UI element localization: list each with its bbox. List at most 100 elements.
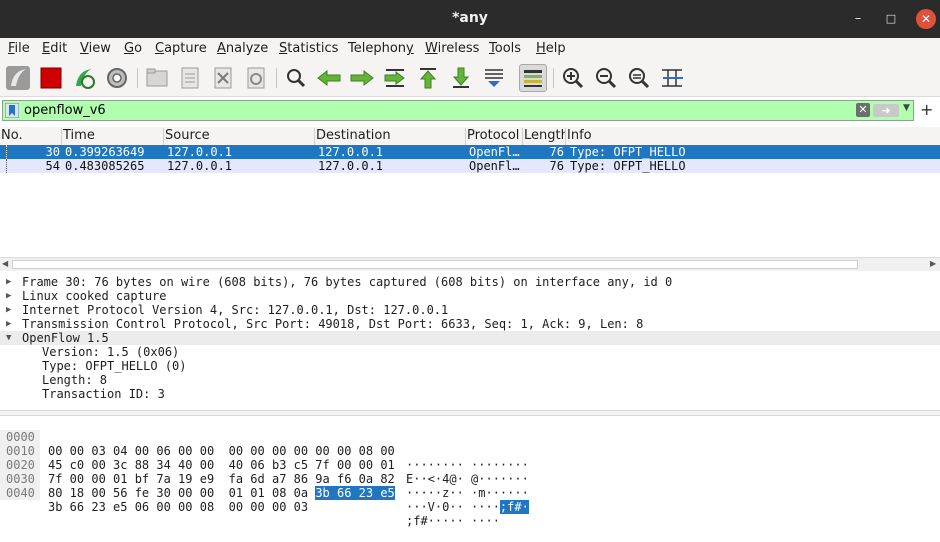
- scrollbar-thumb[interactable]: [12, 260, 858, 269]
- collapse-arrow-icon[interactable]: ▼: [6, 331, 11, 345]
- detail-field[interactable]: Transaction ID: 3: [0, 387, 940, 401]
- bytes-ascii-group[interactable]: ···V·0·· ····;f#·: [406, 500, 529, 514]
- expand-arrow-icon[interactable]: ▶: [6, 317, 11, 331]
- go-back-icon[interactable]: [315, 64, 343, 92]
- display-filter-input[interactable]: openflow_v6 ✕ ➜ ▼: [2, 100, 914, 121]
- packet-destination: 127.0.0.1: [318, 145, 384, 159]
- packet-protocol: OpenFl…: [469, 159, 520, 173]
- column-no[interactable]: No.: [0, 128, 62, 145]
- bytes-hex[interactable]: 3b 66 23 e5 06 00 00 08 00 00 00 03: [48, 500, 308, 514]
- chevron-down-icon[interactable]: ▼: [903, 103, 910, 113]
- packet-no: 54: [45, 159, 60, 173]
- detail-field[interactable]: Length: 8: [0, 373, 940, 387]
- detail-item-linux-cooked[interactable]: ▶ Linux cooked capture: [0, 289, 940, 303]
- bytes-ascii[interactable]: ·····z·· ·m······: [406, 486, 529, 500]
- column-protocol[interactable]: Protocol: [466, 128, 523, 145]
- column-destination[interactable]: Destination: [315, 128, 466, 145]
- column-info[interactable]: Info: [566, 128, 940, 145]
- toolbar-separator: [553, 68, 554, 88]
- display-filter-bar: openflow_v6 ✕ ➜ ▼ +: [0, 100, 940, 122]
- menu-file[interactable]: File: [8, 41, 30, 56]
- menu-tools[interactable]: Tools: [489, 41, 521, 56]
- auto-scroll-icon[interactable]: [480, 64, 508, 92]
- packet-row[interactable]: 30 0.399263649 127.0.0.1 127.0.0.1 OpenF…: [0, 145, 940, 159]
- scroll-left-icon[interactable]: ◀: [2, 259, 8, 268]
- go-forward-icon[interactable]: [348, 64, 376, 92]
- menu-help[interactable]: Help: [536, 41, 566, 56]
- packet-info: Type: OFPT_HELLO: [570, 145, 686, 159]
- packet-list: 30 0.399263649 127.0.0.1 127.0.0.1 OpenF…: [0, 145, 940, 257]
- bytes-row[interactable]: 0010 45 c0 00 3c 88 34 40 00 40 06 b3 c5…: [0, 430, 940, 486]
- bytes-hex-highlight[interactable]: 3b 66 23 e5: [315, 486, 395, 500]
- maximize-icon[interactable]: □: [881, 9, 901, 29]
- bookmark-icon[interactable]: [5, 103, 19, 118]
- scroll-right-icon[interactable]: ▶: [930, 259, 936, 268]
- start-capture-icon[interactable]: [4, 64, 32, 92]
- filter-text[interactable]: openflow_v6: [24, 103, 106, 118]
- resize-columns-icon[interactable]: [658, 64, 686, 92]
- restart-capture-icon[interactable]: [70, 64, 98, 92]
- bytes-row[interactable]: 0040 3b 66 23 e5 06 00 00 08 00 00 00 03…: [0, 472, 940, 528]
- menu-telephony[interactable]: Telephony: [348, 41, 414, 56]
- detail-field[interactable]: Type: OFPT_HELLO (0): [0, 359, 940, 373]
- menu-edit[interactable]: Edit: [42, 41, 67, 56]
- packet-list-scrollbar[interactable]: ◀ ▶: [0, 257, 940, 271]
- bytes-ascii[interactable]: ···V·0·· ····: [406, 500, 500, 514]
- column-source[interactable]: Source: [164, 128, 315, 145]
- conversation-marker: [6, 145, 8, 159]
- detail-item-openflow[interactable]: ▼ OpenFlow 1.5: [0, 331, 940, 345]
- close-file-icon[interactable]: [209, 64, 237, 92]
- detail-field[interactable]: Version: 1.5 (0x06): [0, 345, 940, 359]
- find-packet-icon[interactable]: [282, 64, 310, 92]
- menu-view[interactable]: View: [80, 41, 111, 56]
- packet-length: 76: [549, 159, 564, 173]
- column-length[interactable]: Length: [523, 128, 566, 145]
- clear-filter-icon[interactable]: ✕: [856, 103, 870, 117]
- bytes-row[interactable]: 0000 00 00 03 04 00 06 00 00 00 00 00 00…: [0, 416, 940, 472]
- menu-bar: File Edit View Go Capture Analyze Statis…: [0, 38, 940, 60]
- add-filter-button-icon[interactable]: +: [920, 100, 933, 119]
- minimize-icon[interactable]: –: [848, 9, 868, 29]
- stop-capture-icon[interactable]: [37, 64, 65, 92]
- expand-arrow-icon[interactable]: ▶: [6, 289, 11, 303]
- detail-item-frame[interactable]: ▶ Frame 30: 76 bytes on wire (608 bits),…: [0, 275, 940, 289]
- open-file-icon[interactable]: [143, 64, 171, 92]
- menu-capture[interactable]: Capture: [155, 41, 207, 56]
- menu-go[interactable]: Go: [124, 41, 142, 56]
- apply-filter-icon[interactable]: ➜: [873, 104, 899, 117]
- menu-analyze[interactable]: Analyze: [217, 41, 268, 56]
- menu-wireless[interactable]: Wireless: [425, 41, 479, 56]
- zoom-out-icon[interactable]: [592, 64, 620, 92]
- go-to-packet-icon[interactable]: [381, 64, 409, 92]
- bytes-hex[interactable]: 80 18 00 56 fe 30 00 00 01 01 08 0a: [48, 486, 315, 500]
- packet-info: Type: OFPT_HELLO: [570, 159, 686, 173]
- bytes-row[interactable]: 0030 80 18 00 56 fe 30 00 00 01 01 08 0a…: [0, 458, 940, 514]
- packet-time: 0.399263649: [65, 145, 145, 159]
- bytes-hex-group[interactable]: 80 18 00 56 fe 30 00 00 01 01 08 0a 3b 6…: [48, 486, 395, 500]
- packet-row[interactable]: 54 0.483085265 127.0.0.1 127.0.0.1 OpenF…: [0, 159, 940, 173]
- bytes-row[interactable]: 0020 7f 00 00 01 bf 7a 19 e9 fa 6d a7 86…: [0, 444, 940, 500]
- normal-size-icon[interactable]: [625, 64, 653, 92]
- packet-details: ▶ Frame 30: 76 bytes on wire (608 bits),…: [0, 274, 940, 410]
- first-packet-icon[interactable]: [414, 64, 442, 92]
- toolbar-separator: [276, 68, 277, 88]
- main-toolbar: [0, 60, 940, 97]
- toolbar-separator: [137, 68, 138, 88]
- close-icon[interactable]: ✕: [916, 9, 936, 29]
- bytes-offset: 0040: [0, 486, 40, 500]
- colorize-icon[interactable]: [519, 64, 547, 92]
- column-time[interactable]: Time: [62, 128, 164, 145]
- zoom-in-icon[interactable]: [559, 64, 587, 92]
- reload-file-icon[interactable]: [242, 64, 270, 92]
- detail-item-ipv4[interactable]: ▶ Internet Protocol Version 4, Src: 127.…: [0, 303, 940, 317]
- title-bar: *any – □ ✕: [0, 0, 940, 38]
- save-file-icon[interactable]: [176, 64, 204, 92]
- expand-arrow-icon[interactable]: ▶: [6, 303, 11, 317]
- detail-item-tcp[interactable]: ▶ Transmission Control Protocol, Src Por…: [0, 317, 940, 331]
- capture-options-icon[interactable]: [103, 64, 131, 92]
- expand-arrow-icon[interactable]: ▶: [6, 275, 11, 289]
- menu-statistics[interactable]: Statistics: [279, 41, 338, 56]
- bytes-ascii[interactable]: ;f#····· ····: [406, 514, 500, 528]
- last-packet-icon[interactable]: [447, 64, 475, 92]
- bytes-ascii-highlight[interactable]: ;f#·: [499, 500, 529, 514]
